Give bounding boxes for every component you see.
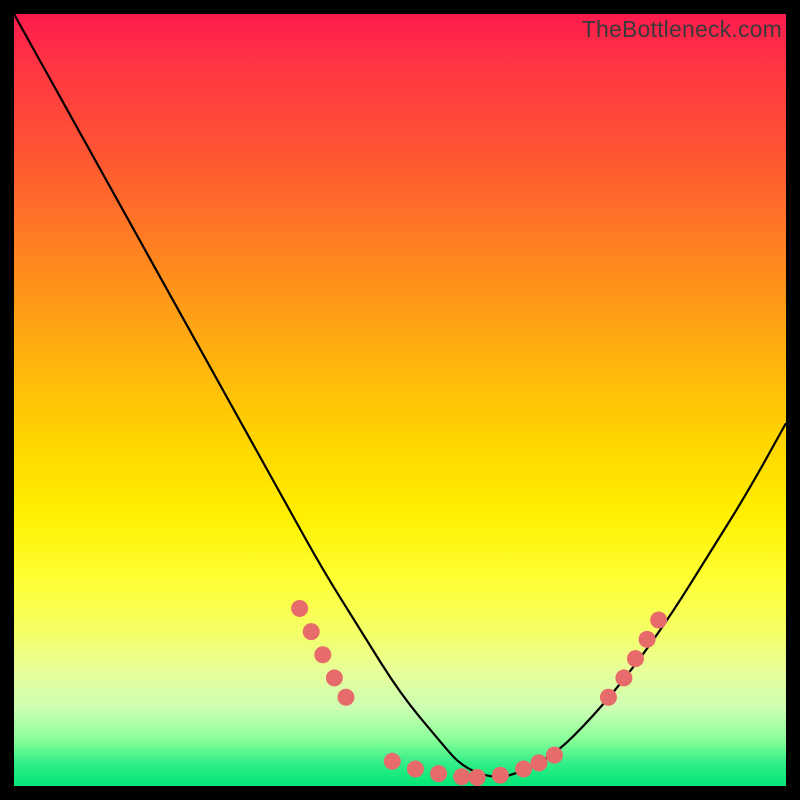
marker-dot <box>384 753 401 770</box>
marker-dot <box>453 768 470 785</box>
marker-dot <box>430 765 447 782</box>
marker-dot <box>615 669 632 686</box>
marker-dot <box>314 646 331 663</box>
marker-dot <box>337 689 354 706</box>
marker-dot <box>546 747 563 764</box>
marker-dot <box>326 669 343 686</box>
marker-dot <box>639 631 656 648</box>
marker-dot <box>492 767 509 784</box>
marker-dot <box>627 650 644 667</box>
marker-dot <box>650 612 667 629</box>
bottleneck-curve-line <box>14 14 786 777</box>
marker-dot <box>600 689 617 706</box>
marker-dot <box>469 769 486 786</box>
marker-dot <box>303 623 320 640</box>
bottleneck-chart <box>14 14 786 786</box>
marker-dot <box>515 761 532 778</box>
marker-dot <box>407 761 424 778</box>
highlight-markers <box>291 600 667 786</box>
marker-dot <box>530 754 547 771</box>
watermark-text: TheBottleneck.com <box>582 16 782 43</box>
marker-dot <box>291 600 308 617</box>
